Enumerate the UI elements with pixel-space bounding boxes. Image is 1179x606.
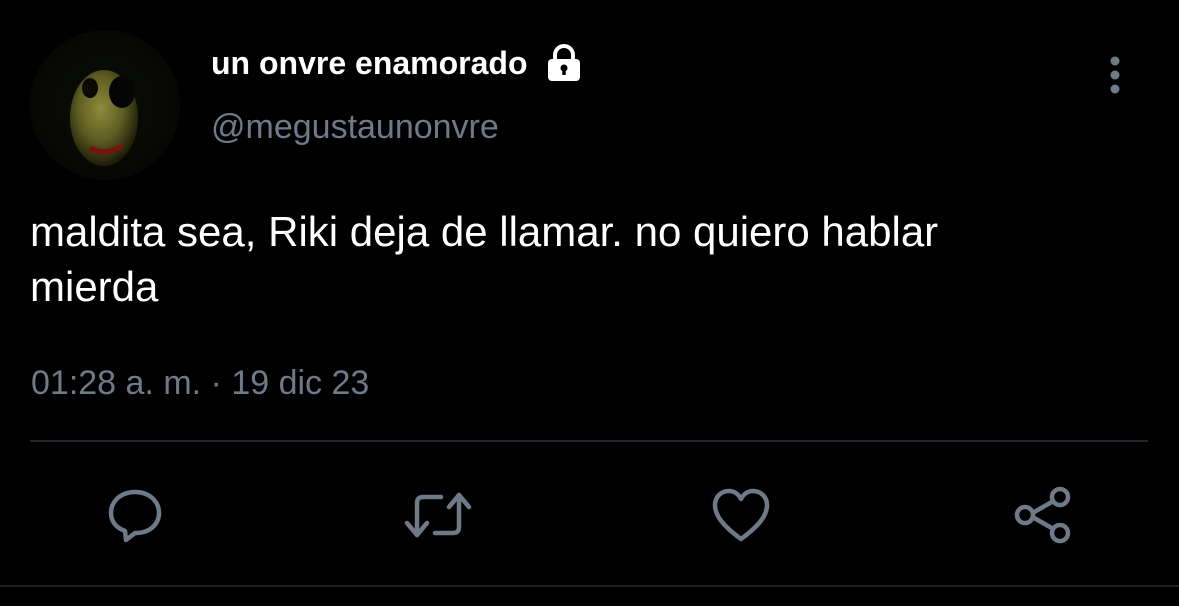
divider <box>30 440 1148 442</box>
retweet-icon <box>404 492 472 538</box>
reply-button[interactable] <box>100 482 170 548</box>
user-name-row: un onvre enamorado <box>211 42 584 84</box>
share-button[interactable] <box>1008 482 1078 548</box>
like-button[interactable] <box>706 482 776 548</box>
share-icon <box>1014 486 1071 544</box>
tweet-text: maldita sea, Riki deja de llamar. no qui… <box>30 208 939 310</box>
lock-icon <box>544 43 584 83</box>
display-name[interactable]: un onvre enamorado <box>211 45 528 82</box>
bottom-divider <box>0 585 1179 587</box>
heart-icon <box>712 488 770 542</box>
avatar-face-image <box>70 70 138 166</box>
avatar[interactable] <box>30 30 180 180</box>
more-options-icon[interactable] <box>1100 54 1130 98</box>
retweet-button[interactable] <box>403 482 473 548</box>
user-handle[interactable]: @megustaunonvre <box>211 108 499 147</box>
speech-bubble-icon <box>108 489 162 543</box>
tweet-timestamp[interactable]: 01:28 a. m. · 19 dic 23 <box>31 364 369 403</box>
